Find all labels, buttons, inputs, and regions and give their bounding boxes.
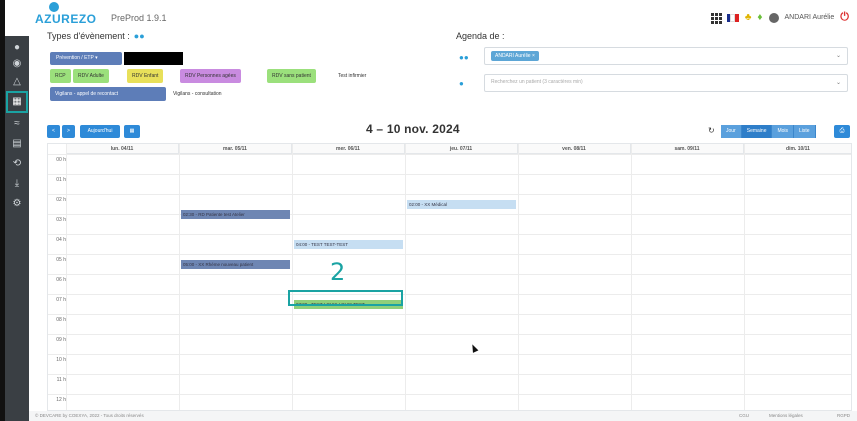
hour-label: 04 h (56, 237, 66, 243)
patient-icon: ● (459, 79, 464, 88)
user-circle-icon[interactable]: ● (9, 40, 25, 56)
chip-rdv-personnes-agees[interactable]: RDV Personnes agées (180, 69, 241, 83)
hour-row[interactable]: 11 h (48, 374, 851, 394)
download-icon[interactable]: ⤓ (9, 176, 25, 192)
day-header[interactable]: ven. 08/11 (518, 144, 631, 154)
hour-row[interactable]: 12 h (48, 394, 851, 410)
apps-grid-icon[interactable] (710, 12, 722, 24)
home-icon[interactable]: ◉ (9, 56, 25, 72)
calendar-picker-icon[interactable]: ▦ (124, 125, 140, 138)
day-header[interactable]: jeu. 07/11 (405, 144, 518, 154)
top-header: AZUREZO PreProd 1.9.1 ♣ ♦ ANDARI Aurélie… (29, 0, 857, 32)
view-day-button[interactable]: Jour (721, 125, 742, 138)
redacted-block (124, 52, 183, 65)
hour-label: 08 h (56, 317, 66, 323)
calendar-event[interactable]: 02:30 - RD Patiente test Atelier (181, 210, 290, 219)
hour-label: 00 h (56, 157, 66, 163)
hour-label: 11 h (56, 377, 66, 383)
calendar-icon[interactable]: ▦ (6, 91, 28, 113)
annotation-number: 2 (330, 258, 346, 286)
hour-row[interactable]: 00 h (48, 154, 851, 174)
chip-vigilans-consultation[interactable]: Vigilans - consultation (168, 87, 227, 101)
hour-label: 06 h (56, 277, 66, 283)
share-icon[interactable]: ⟲ (9, 156, 25, 172)
agenda-title: Agenda de : (456, 31, 505, 41)
logo-mark-icon (49, 2, 59, 12)
hour-label: 07 h (56, 297, 66, 303)
today-button[interactable]: Aujourd'hui (80, 125, 120, 138)
app-logo[interactable]: AZUREZO (35, 2, 97, 26)
hour-row[interactable]: 10 h (48, 354, 851, 374)
event-types-title: Types d'évènement : ●● (47, 31, 145, 41)
print-icon[interactable]: ⎙ (834, 125, 850, 138)
hour-row[interactable]: 01 h (48, 174, 851, 194)
settings-icon[interactable]: ⚙ (9, 196, 25, 212)
chevron-down-icon: ⌄ (835, 53, 841, 59)
hour-label: 03 h (56, 217, 66, 223)
hour-row[interactable]: 07 h (48, 294, 851, 314)
day-header[interactable]: sam. 09/11 (631, 144, 744, 154)
calendar-range-title: 4 – 10 nov. 2024 (366, 122, 460, 136)
hour-label: 10 h (56, 357, 66, 363)
hour-label: 09 h (56, 337, 66, 343)
hour-label: 01 h (56, 177, 66, 183)
notification-bell-icon[interactable]: ♣ (745, 12, 752, 23)
calendar-event[interactable]: 05:00 - XX Rhéme nouveau patient (181, 260, 290, 269)
event-type-filter-button[interactable]: Prévention / ETP ▾ (50, 52, 122, 65)
hour-row[interactable]: 06 h (48, 274, 851, 294)
footer-link-mentions[interactable]: Mentions légales (769, 411, 803, 421)
hour-row[interactable]: 08 h (48, 314, 851, 334)
patient-search-placeholder: Recherchez un patient (3 caractères min) (491, 79, 583, 85)
language-flag-icon[interactable] (726, 13, 739, 22)
bell-icon[interactable]: △ (9, 74, 25, 90)
agenda-owner-select[interactable]: ANDARI Aurélie × ⌄ (484, 47, 848, 65)
hour-label: 02 h (56, 197, 66, 203)
patient-search-select[interactable]: Recherchez un patient (3 caractères min)… (484, 74, 848, 92)
view-week-button[interactable]: Semaine (741, 125, 773, 138)
hour-row[interactable]: 09 h (48, 334, 851, 354)
environment-label: PreProd 1.9.1 (111, 13, 167, 23)
hour-row[interactable]: 05 h (48, 254, 851, 274)
calendar-event[interactable]: 02:00 - XX Médical (407, 200, 516, 209)
refresh-icon[interactable]: ↻ (708, 126, 715, 135)
chart-icon[interactable]: ≈ (9, 116, 25, 132)
chevron-down-icon: ⌄ (835, 80, 841, 86)
calendar-event[interactable]: 04:00 - TEST TEST-TEST (294, 240, 403, 249)
hour-row[interactable]: 04 h (48, 234, 851, 254)
page-footer: © DEVCARE by COEXYA, 2022 - Tous droits … (29, 411, 857, 421)
day-header[interactable]: mar. 05/11 (179, 144, 292, 154)
highlight-box (288, 290, 403, 306)
hour-label: 05 h (56, 257, 66, 263)
table-icon[interactable]: ▤ (9, 136, 25, 152)
user-name[interactable]: ANDARI Aurélie (785, 14, 835, 21)
sidebar: ● ◉ △ ▦ ≈ ▤ ⟲ ⤓ ⚙ (5, 36, 29, 421)
hour-row[interactable]: 03 h (48, 214, 851, 234)
hour-label: 12 h (56, 397, 66, 403)
chip-rdv-sans-patient[interactable]: RDV sans patient (267, 69, 316, 83)
week-calendar: lun. 04/11 mar. 05/11 mer. 06/11 jeu. 07/11… (47, 143, 852, 411)
chip-rcp[interactable]: RCP (50, 69, 71, 83)
next-week-button[interactable]: > (62, 125, 75, 138)
chip-rdv-enfant[interactable]: RDV Enfant (127, 69, 164, 83)
footer-link-cgu[interactable]: CGU (739, 411, 749, 421)
users-icon: ●● (133, 31, 145, 41)
day-header[interactable]: dim. 10/11 (744, 144, 851, 154)
chip-test-infirmier[interactable]: Test infirmier (333, 69, 372, 83)
selected-owner-pill[interactable]: ANDARI Aurélie × (491, 51, 539, 61)
chip-vigilans-appel[interactable]: Vigilans - appel de recontact (50, 87, 166, 101)
view-switcher: Jour Semaine Mois Liste (721, 125, 816, 138)
user-avatar-icon[interactable] (768, 12, 779, 23)
view-list-button[interactable]: Liste (794, 125, 816, 138)
day-header[interactable]: mer. 06/11 (292, 144, 405, 154)
network-icon[interactable]: ♦ (757, 12, 762, 23)
footer-link-rgpd[interactable]: RGPD (837, 411, 850, 421)
prev-week-button[interactable]: < (47, 125, 60, 138)
day-header[interactable]: lun. 04/11 (66, 144, 179, 154)
group-icon: ●● (459, 53, 469, 62)
copyright: © DEVCARE by COEXYA, 2022 - Tous droits … (35, 413, 144, 418)
logout-icon[interactable]: ⏻ (840, 11, 849, 24)
view-month-button[interactable]: Mois (772, 125, 795, 138)
chip-rdv-adulte[interactable]: RDV Adulte (73, 69, 109, 83)
